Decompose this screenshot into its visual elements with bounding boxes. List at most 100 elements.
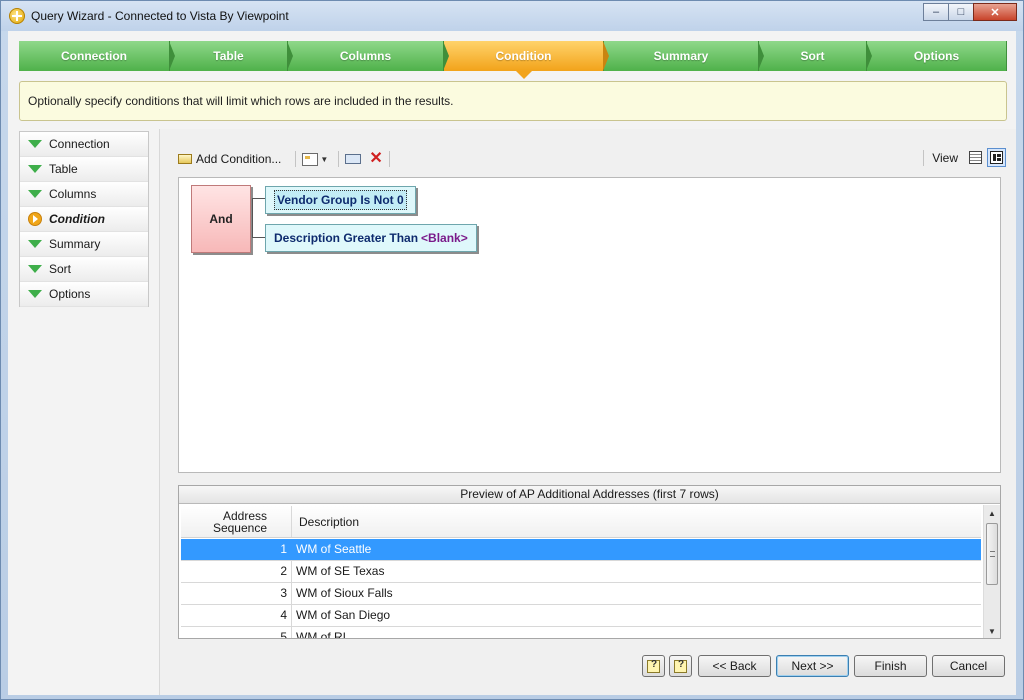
tree-view-button[interactable] xyxy=(987,148,1006,167)
sidebar-item-label: Connection xyxy=(49,137,110,151)
app-icon xyxy=(9,8,25,24)
table-row[interactable]: 5 WM of RI xyxy=(181,627,981,639)
sidebar-item-sort[interactable]: Sort xyxy=(20,257,148,282)
notes-button[interactable] xyxy=(669,655,692,677)
step-columns[interactable]: Columns xyxy=(288,41,449,71)
condition-value[interactable]: <Blank> xyxy=(421,231,468,245)
preview-rows: 1 WM of Seattle 2 WM of SE Texas 3 WM of Si… xyxy=(181,539,981,639)
grid-view-button[interactable] xyxy=(966,148,985,167)
instruction-banner: Optionally specify conditions that will … xyxy=(19,81,1007,121)
instruction-text: Optionally specify conditions that will … xyxy=(28,94,454,108)
condition-node[interactable]: Vendor Group Is Not 0 xyxy=(265,186,416,214)
expand-arrow-icon xyxy=(28,240,42,248)
window-controls: – □ ✕ xyxy=(923,3,1017,21)
column-header-address-sequence[interactable]: Address Sequence xyxy=(181,506,292,537)
edit-note-icon xyxy=(674,659,687,673)
tree-view-icon xyxy=(990,151,1003,164)
step-label: Options xyxy=(913,49,960,63)
condition-node[interactable]: Description Greater Than <Blank> xyxy=(265,224,477,252)
step-sort[interactable]: Sort xyxy=(759,41,872,71)
query-wizard-window: Query Wizard - Connected to Vista By Vie… xyxy=(0,0,1024,700)
and-group-node[interactable]: And xyxy=(191,185,251,253)
toolbar-separator xyxy=(338,151,340,167)
step-label: Summary xyxy=(653,49,709,63)
expand-arrow-icon xyxy=(28,290,42,298)
condition-text: Vendor Group Is Not 0 xyxy=(277,193,404,207)
group-operator-label: And xyxy=(209,212,233,226)
back-button[interactable]: << Back xyxy=(698,655,771,677)
scroll-thumb[interactable] xyxy=(986,523,998,585)
cell-seq: 4 xyxy=(181,605,292,626)
results-preview: Preview of AP Additional Addresses (firs… xyxy=(178,485,1001,639)
title-bar: Query Wizard - Connected to Vista By Vie… xyxy=(1,1,1023,31)
step-options[interactable]: Options xyxy=(867,41,1007,71)
scroll-down-icon[interactable]: ▼ xyxy=(984,623,1000,638)
expand-arrow-icon xyxy=(28,265,42,273)
tree-connector xyxy=(252,198,253,238)
cancel-button[interactable]: Cancel xyxy=(932,655,1005,677)
sidebar-item-columns[interactable]: Columns xyxy=(20,182,148,207)
add-condition-icon[interactable] xyxy=(178,154,192,164)
close-button[interactable]: ✕ xyxy=(973,3,1017,21)
expand-arrow-icon xyxy=(28,140,42,148)
condition-toolbar: Add Condition... ▼ ✕ xyxy=(178,149,396,169)
table-row[interactable]: 2 WM of SE Texas xyxy=(181,561,981,583)
cell-seq: 2 xyxy=(181,561,292,582)
sidebar-item-connection[interactable]: Connection xyxy=(20,132,148,157)
grid-view-icon xyxy=(969,151,982,164)
view-label: View xyxy=(932,150,958,165)
step-label: Connection xyxy=(61,49,127,63)
cell-description: WM of Seattle xyxy=(296,542,372,556)
add-group-icon[interactable] xyxy=(302,152,319,166)
table-row[interactable]: 4 WM of San Diego xyxy=(181,605,981,627)
wizard-buttons: << Back Next >> Finish Cancel xyxy=(160,650,1017,680)
condition-tree: And Vendor Group Is Not 0 Description Gr… xyxy=(178,177,1001,473)
step-table[interactable]: Table xyxy=(170,41,293,71)
toolbar-separator xyxy=(923,149,925,166)
step-connection[interactable]: Connection xyxy=(19,41,175,71)
condition-panel: Add Condition... ▼ ✕ View And Vendor Gro… xyxy=(159,129,1016,695)
dropdown-arrow-icon[interactable]: ▼ xyxy=(320,155,328,164)
expand-arrow-icon xyxy=(28,165,42,173)
wizard-steps: Connection Table Columns Condition Summa… xyxy=(19,41,1007,79)
sidebar-item-summary[interactable]: Summary xyxy=(20,232,148,257)
sidebar-item-options[interactable]: Options xyxy=(20,282,148,307)
edit-condition-icon[interactable] xyxy=(345,154,362,164)
window-title: Query Wizard - Connected to Vista By Vie… xyxy=(31,9,289,23)
cell-description: WM of SE Texas xyxy=(296,564,385,578)
table-row[interactable]: 1 WM of Seattle xyxy=(181,539,981,561)
sidebar-item-label: Condition xyxy=(49,212,105,226)
toolbar-separator xyxy=(295,151,297,167)
current-step-icon xyxy=(28,212,42,226)
tree-connector xyxy=(252,237,266,238)
finish-button[interactable]: Finish xyxy=(854,655,927,677)
minimize-button[interactable]: – xyxy=(923,3,949,21)
sidebar-item-table[interactable]: Table xyxy=(20,157,148,182)
scroll-up-icon[interactable]: ▲ xyxy=(984,505,1000,521)
cell-description: WM of RI xyxy=(296,630,346,639)
sidebar-item-label: Summary xyxy=(49,237,101,251)
column-header-description[interactable]: Description xyxy=(292,506,359,537)
add-condition-button[interactable]: Add Condition... xyxy=(196,152,281,166)
grip-icon xyxy=(990,551,995,557)
toolbar-separator xyxy=(388,151,390,167)
sidebar-item-label: Options xyxy=(49,287,91,301)
table-row[interactable]: 3 WM of Sioux Falls xyxy=(181,583,981,605)
step-summary[interactable]: Summary xyxy=(604,41,764,71)
step-condition[interactable]: Condition xyxy=(444,41,609,79)
expand-arrow-icon xyxy=(28,190,42,198)
cell-seq: 5 xyxy=(181,627,292,638)
help-button[interactable] xyxy=(642,655,665,677)
preview-scrollbar[interactable]: ▲ ▼ xyxy=(983,505,1000,638)
next-button[interactable]: Next >> xyxy=(776,655,849,677)
step-label: Condition xyxy=(495,49,552,63)
cell-seq: 3 xyxy=(181,583,292,604)
maximize-button[interactable]: □ xyxy=(948,3,974,21)
preview-header: Address Sequence Description xyxy=(181,506,981,538)
cell-seq: 1 xyxy=(181,539,292,560)
sidebar-item-condition[interactable]: Condition xyxy=(20,207,148,232)
step-sidebar: Connection Table Columns Condition Summa… xyxy=(19,131,149,307)
cell-description: WM of San Diego xyxy=(296,608,391,622)
delete-icon[interactable]: ✕ xyxy=(369,151,382,167)
condition-text: Description Greater Than xyxy=(274,231,419,245)
